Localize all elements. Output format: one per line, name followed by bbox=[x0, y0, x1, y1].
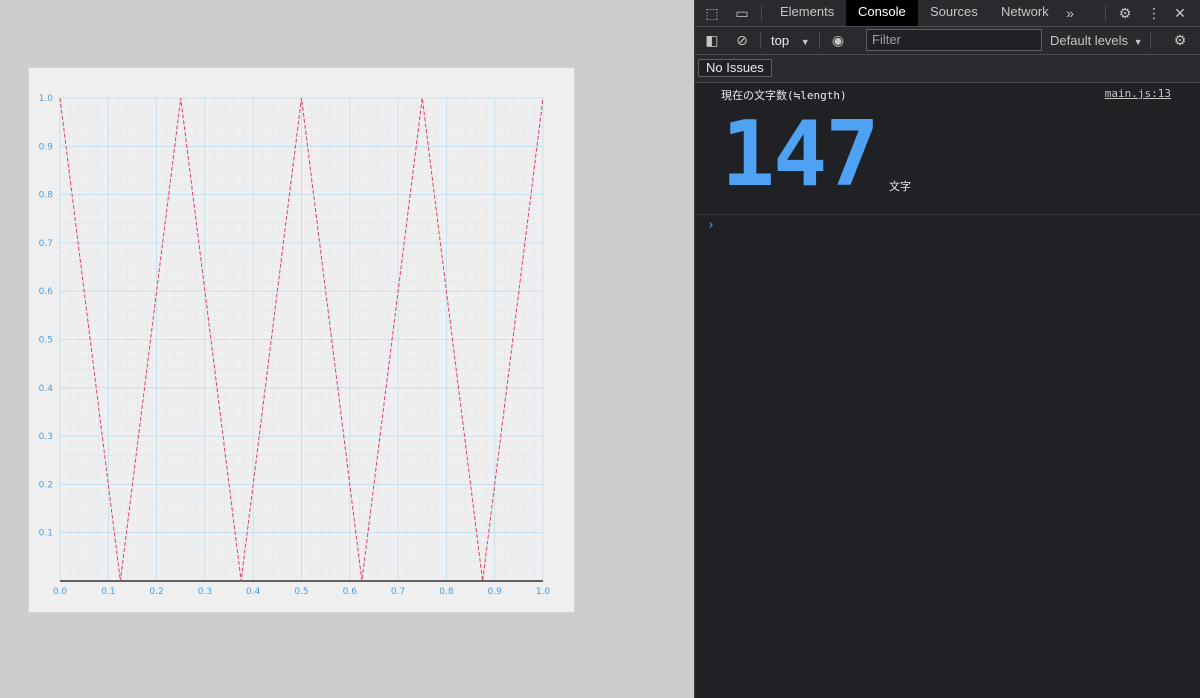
x-tick-label: 0.8 bbox=[439, 587, 454, 597]
tab-elements-label: Elements bbox=[780, 4, 835, 19]
divider bbox=[1105, 5, 1106, 21]
triangle-wave-chart: 0.0 0.1 0.2 0.3 0.4 0.5 0.6 0.7 0.8 0.9 1.0 0.1 0.2… bbox=[39, 94, 551, 597]
x-tick-label: 1.0 bbox=[536, 587, 551, 597]
y-tick-label: 0.6 bbox=[39, 287, 54, 297]
page-viewport: 0.0 0.1 0.2 0.3 0.4 0.5 0.6 0.7 0.8 0.9 1.0 0.1 0.2… bbox=[0, 0, 694, 698]
y-tick-label: 0.2 bbox=[39, 480, 53, 490]
character-count-unit: 文字 bbox=[889, 180, 911, 193]
context-label: top bbox=[771, 33, 790, 48]
x-tick-label: 0.1 bbox=[101, 587, 115, 597]
inspect-element-icon[interactable]: ⬚ bbox=[699, 0, 725, 26]
clear-console-icon[interactable]: ⊘ bbox=[729, 27, 755, 54]
divider bbox=[760, 32, 761, 49]
y-tick-label: 0.7 bbox=[39, 239, 53, 249]
filter-input[interactable]: Filter bbox=[866, 29, 1042, 51]
x-tick-label: 0.7 bbox=[391, 587, 405, 597]
filter-placeholder: Filter bbox=[872, 32, 901, 47]
y-tick-label: 0.4 bbox=[39, 384, 54, 394]
caret-down-icon: ▼ bbox=[1133, 37, 1143, 47]
x-tick-label: 0.5 bbox=[294, 587, 308, 597]
console-message: 現在の文字数(≒length) main.js:13 147 文字 bbox=[695, 83, 1200, 215]
y-tick-label: 0.5 bbox=[39, 336, 53, 346]
x-tick-label: 0.9 bbox=[488, 587, 503, 597]
chart-card: 0.0 0.1 0.2 0.3 0.4 0.5 0.6 0.7 0.8 0.9 1.0 0.1 0.2… bbox=[29, 68, 574, 612]
tab-sources[interactable]: Sources bbox=[918, 0, 990, 26]
gear-icon[interactable]: ⚙ bbox=[1112, 0, 1138, 26]
x-tick-label: 0.4 bbox=[246, 587, 261, 597]
major-grid bbox=[59, 97, 544, 582]
y-tick-label: 0.9 bbox=[39, 142, 54, 152]
sidebar-toggle-icon[interactable]: ◧ bbox=[699, 27, 725, 54]
message-label: 現在の文字数(≒length) bbox=[721, 89, 847, 102]
y-tick-label: 0.8 bbox=[39, 191, 54, 201]
caret-down-icon: ▼ bbox=[800, 37, 810, 47]
issues-button[interactable]: No Issues bbox=[698, 59, 772, 77]
log-levels-dropdown[interactable]: Default levels ▼ bbox=[1050, 27, 1143, 54]
devtools-panel: ⬚ ▭ Elements Console Sources Network » ⚙… bbox=[694, 0, 1200, 698]
context-selector[interactable]: top ▼ bbox=[771, 27, 810, 54]
source-link[interactable]: main.js:13 bbox=[1105, 87, 1171, 100]
y-tick-label: 1.0 bbox=[39, 94, 54, 104]
kebab-menu-icon[interactable]: ⋮ bbox=[1141, 0, 1167, 26]
chevron-double-right-icon[interactable]: » bbox=[1059, 0, 1081, 26]
tab-network-label: Network bbox=[1001, 4, 1049, 19]
y-tick-labels: 0.1 0.2 0.3 0.4 0.5 0.6 0.7 0.8 0.9 1.0 bbox=[39, 94, 54, 539]
character-count-value: 147 bbox=[721, 102, 880, 207]
tab-network[interactable]: Network bbox=[989, 0, 1061, 26]
eye-icon[interactable]: ◉ bbox=[825, 27, 851, 54]
divider bbox=[1150, 32, 1151, 49]
console-prompt-icon[interactable]: › bbox=[707, 218, 715, 233]
divider bbox=[761, 5, 762, 21]
devtools-tabbar: ⬚ ▭ Elements Console Sources Network » ⚙… bbox=[695, 0, 1200, 27]
device-toolbar-icon[interactable]: ▭ bbox=[729, 0, 755, 26]
x-tick-label: 0.3 bbox=[198, 587, 212, 597]
console-toolbar: ◧ ⊘ top ▼ ◉ Filter Default levels ▼ ⚙ bbox=[695, 27, 1200, 55]
close-icon[interactable]: ✕ bbox=[1167, 0, 1193, 26]
x-tick-label: 0.0 bbox=[53, 587, 68, 597]
x-tick-label: 0.2 bbox=[149, 587, 163, 597]
issues-bar: No Issues bbox=[695, 55, 1200, 83]
tab-elements[interactable]: Elements bbox=[768, 0, 846, 26]
console-settings-gear-icon[interactable]: ⚙ bbox=[1167, 27, 1193, 54]
tab-sources-label: Sources bbox=[930, 4, 978, 19]
divider bbox=[819, 32, 820, 49]
tab-console-label: Console bbox=[858, 4, 906, 19]
x-tick-labels: 0.0 0.1 0.2 0.3 0.4 0.5 0.6 0.7 0.8 0.9 1.0 bbox=[53, 587, 551, 597]
y-tick-label: 0.3 bbox=[39, 432, 53, 442]
y-tick-label: 0.1 bbox=[39, 529, 53, 539]
x-tick-label: 0.6 bbox=[343, 587, 358, 597]
log-levels-label: Default levels bbox=[1050, 33, 1129, 48]
tab-console[interactable]: Console bbox=[846, 0, 918, 26]
